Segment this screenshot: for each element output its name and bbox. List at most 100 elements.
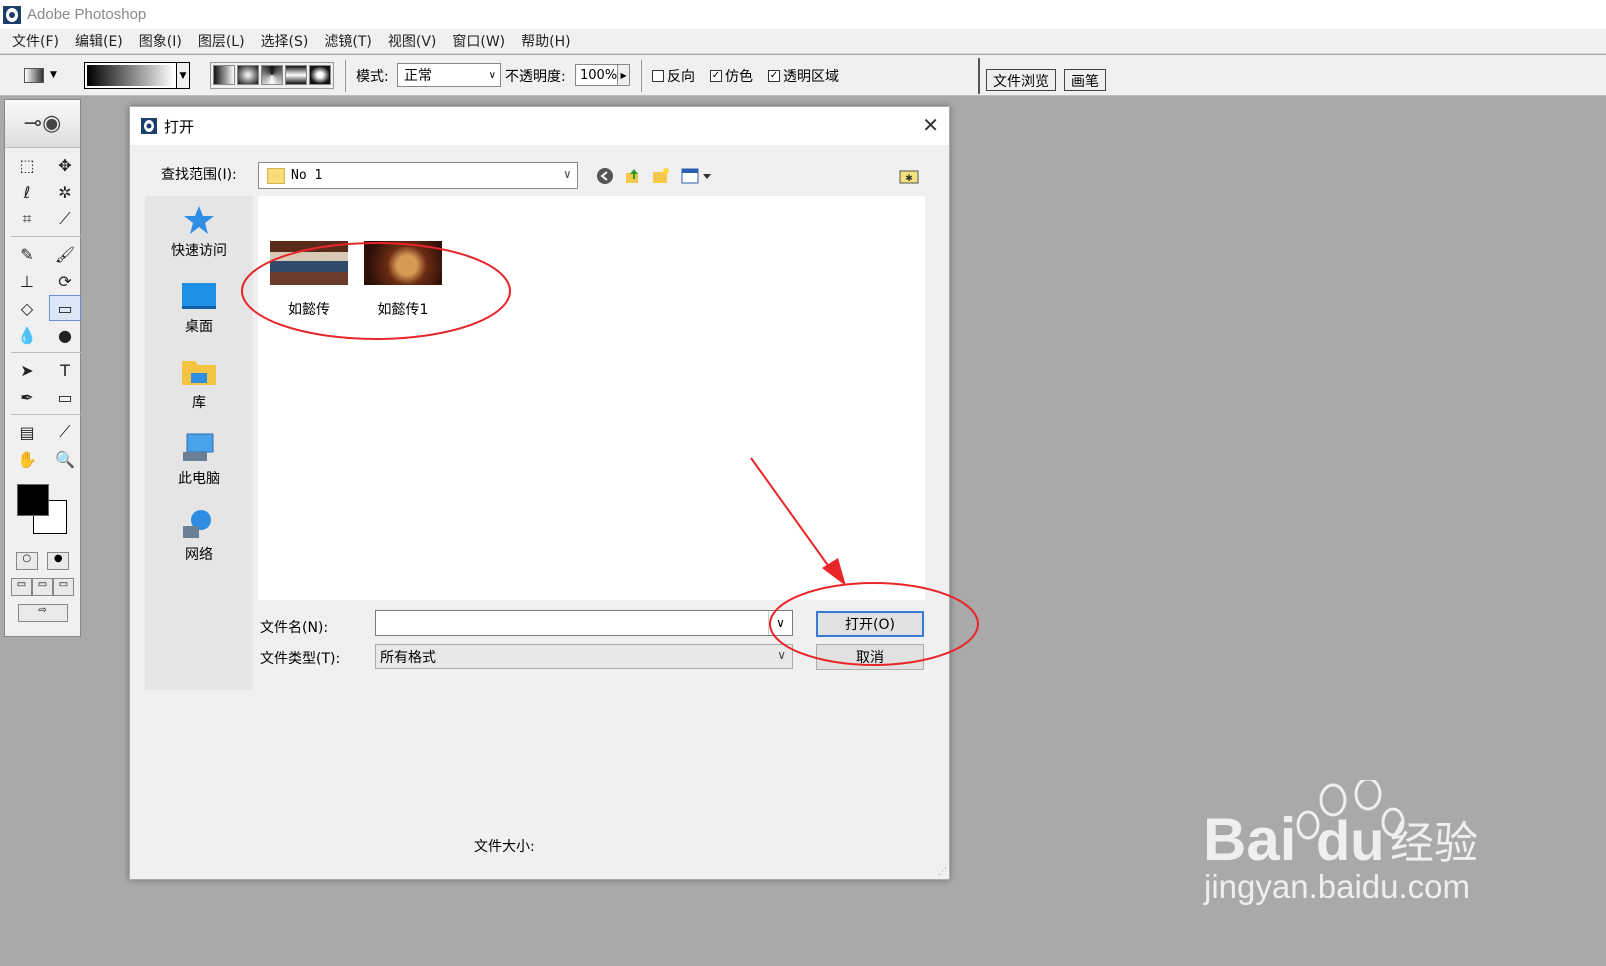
dodge-tool-icon[interactable]: ● [49, 322, 81, 348]
filetype-value: 所有格式 [380, 649, 436, 666]
screen-mode-row: ▭ ▭ ▭ [5, 574, 80, 600]
chevron-down-icon[interactable]: ▼ [176, 63, 189, 88]
play-arrow-icon[interactable]: ▶ [617, 65, 629, 85]
shape-tool-icon[interactable]: ▭ [49, 384, 81, 410]
brush-tool-icon[interactable]: 🖌 [49, 241, 81, 267]
file-item[interactable]: 如懿传 [269, 241, 349, 319]
separator [641, 60, 642, 92]
foreground-color[interactable] [17, 484, 49, 516]
place-library[interactable]: 库 [145, 356, 253, 412]
eyedropper-tool-icon[interactable]: ⟋ [49, 419, 81, 445]
place-network[interactable]: 网络 [145, 508, 253, 564]
star-icon [181, 204, 217, 236]
filename-input[interactable]: ∨ [375, 610, 793, 636]
open-button[interactable]: 打开(O) [816, 611, 924, 637]
menu-view[interactable]: 视图(V) [380, 31, 445, 51]
hand-tool-icon[interactable]: ✋ [11, 446, 43, 472]
move-tool-icon[interactable]: ✥ [49, 152, 81, 178]
opacity-input[interactable]: 100% ▶ [575, 64, 630, 86]
transparency-checkbox[interactable]: ✓ 透明区域 [768, 66, 839, 86]
blur-tool-icon[interactable]: 💧 [11, 322, 43, 348]
radial-gradient-button[interactable] [237, 65, 259, 85]
mode-label: 模式: [356, 69, 389, 85]
view-menu-icon[interactable] [680, 165, 714, 187]
healing-brush-tool-icon[interactable]: ✎ [11, 241, 43, 267]
svg-text:du: du [1316, 809, 1384, 872]
filetype-select[interactable]: 所有格式 ∨ [375, 644, 793, 669]
tool-preset-picker[interactable]: ▼ [24, 62, 69, 88]
close-icon[interactable]: ✕ [922, 115, 939, 135]
gradient-picker[interactable]: ▼ [84, 62, 190, 89]
menu-help[interactable]: 帮助(H) [513, 31, 578, 51]
gradient-tool-icon[interactable]: ▭ [49, 295, 81, 321]
angle-gradient-button[interactable] [261, 65, 283, 85]
place-label: 快速访问 [171, 243, 227, 259]
mode-select[interactable]: 正常 ∨ [397, 63, 501, 87]
eraser-tool-icon[interactable]: ◇ [11, 295, 43, 321]
full-screen-menu-icon[interactable]: ▭ [32, 578, 53, 596]
checkbox-empty-icon [652, 70, 664, 82]
filetype-label: 文件类型(T): [260, 651, 341, 667]
cancel-button[interactable]: 取消 [816, 644, 924, 670]
quick-mask-mode-icon[interactable]: ● [47, 552, 70, 570]
menu-layer[interactable]: 图层(L) [190, 31, 253, 51]
full-screen-icon[interactable]: ▭ [53, 578, 74, 596]
path-selection-tool-icon[interactable]: ➤ [11, 357, 43, 383]
filesize-label: 文件大小: [474, 839, 535, 855]
tab-file-browser[interactable]: 文件浏览 [986, 69, 1056, 91]
opacity-label: 不透明度: [505, 69, 566, 85]
type-tool-icon[interactable]: T [49, 357, 81, 383]
resize-grip-icon[interactable]: ⋰ [938, 867, 947, 877]
pen-tool-icon[interactable]: ✒ [11, 384, 43, 410]
reverse-checkbox[interactable]: 反向 [652, 66, 695, 86]
magic-wand-tool-icon[interactable]: ✲ [49, 179, 81, 205]
chevron-down-icon[interactable]: ∨ [768, 611, 792, 635]
desktop-icon [181, 280, 217, 312]
reverse-label: 反向 [667, 69, 695, 85]
back-icon[interactable] [594, 165, 616, 187]
open-dialog: 打开 ✕ 查找范围(I): No 1 ∨ ✱ 快速访问 桌面 库 此电脑 网络 … [129, 106, 950, 880]
place-desktop[interactable]: 桌面 [145, 280, 253, 336]
dither-checkbox[interactable]: ✓ 仿色 [710, 66, 753, 86]
menu-select[interactable]: 选择(S) [253, 31, 317, 51]
standard-mode-icon[interactable]: ○ [15, 552, 38, 570]
notes-tool-icon[interactable]: ▤ [11, 419, 43, 445]
history-brush-tool-icon[interactable]: ⟳ [49, 268, 81, 294]
marquee-tool-icon[interactable]: ⬚ [11, 152, 43, 178]
transparency-label: 透明区域 [783, 69, 839, 85]
tab-brushes[interactable]: 画笔 [1064, 69, 1106, 91]
diamond-gradient-button[interactable] [309, 65, 331, 85]
opacity-value: 100% [580, 67, 618, 83]
svg-text:经验: 经验 [1390, 818, 1478, 869]
new-folder-icon[interactable] [650, 165, 672, 187]
slice-tool-icon[interactable]: ⟋ [49, 206, 81, 232]
menu-image[interactable]: 图象(I) [131, 31, 190, 51]
place-this-pc[interactable]: 此电脑 [145, 432, 253, 488]
zoom-tool-icon[interactable]: 🔍 [49, 446, 81, 472]
menu-file[interactable]: 文件(F) [4, 31, 67, 51]
chevron-down-icon: ▼ [50, 70, 57, 80]
menu-bar: 文件(F) 编辑(E) 图象(I) 图层(L) 选择(S) 滤镜(T) 视图(V… [0, 29, 1606, 54]
file-thumbnail [270, 241, 348, 285]
crop-tool-icon[interactable]: ⌗ [11, 206, 43, 232]
jump-to-imageready-icon[interactable]: ⇨ [17, 604, 68, 622]
dialog-title: 打开 [164, 117, 195, 136]
menu-window[interactable]: 窗口(W) [444, 31, 513, 51]
place-quick-access[interactable]: 快速访问 [145, 204, 253, 260]
up-folder-icon[interactable] [622, 165, 644, 187]
lookin-select[interactable]: No 1 ∨ [258, 162, 578, 189]
separator [11, 414, 81, 415]
adobe-online-eye-icon[interactable]: ⊸◉ [5, 100, 80, 148]
reflected-gradient-button[interactable] [285, 65, 307, 85]
clone-stamp-tool-icon[interactable]: ⊥ [11, 268, 43, 294]
folder-icon [267, 167, 285, 184]
menu-edit[interactable]: 编辑(E) [67, 31, 131, 51]
file-item[interactable]: 如懿传1 [363, 241, 443, 319]
menu-filter[interactable]: 滤镜(T) [316, 31, 379, 51]
computer-icon [181, 432, 217, 464]
lasso-tool-icon[interactable]: ℓ [11, 179, 43, 205]
linear-gradient-button[interactable] [213, 65, 235, 85]
favorite-folder-icon[interactable]: ✱ [898, 165, 920, 187]
standard-screen-icon[interactable]: ▭ [11, 578, 32, 596]
file-list[interactable]: 如懿传 如懿传1 [258, 196, 925, 600]
